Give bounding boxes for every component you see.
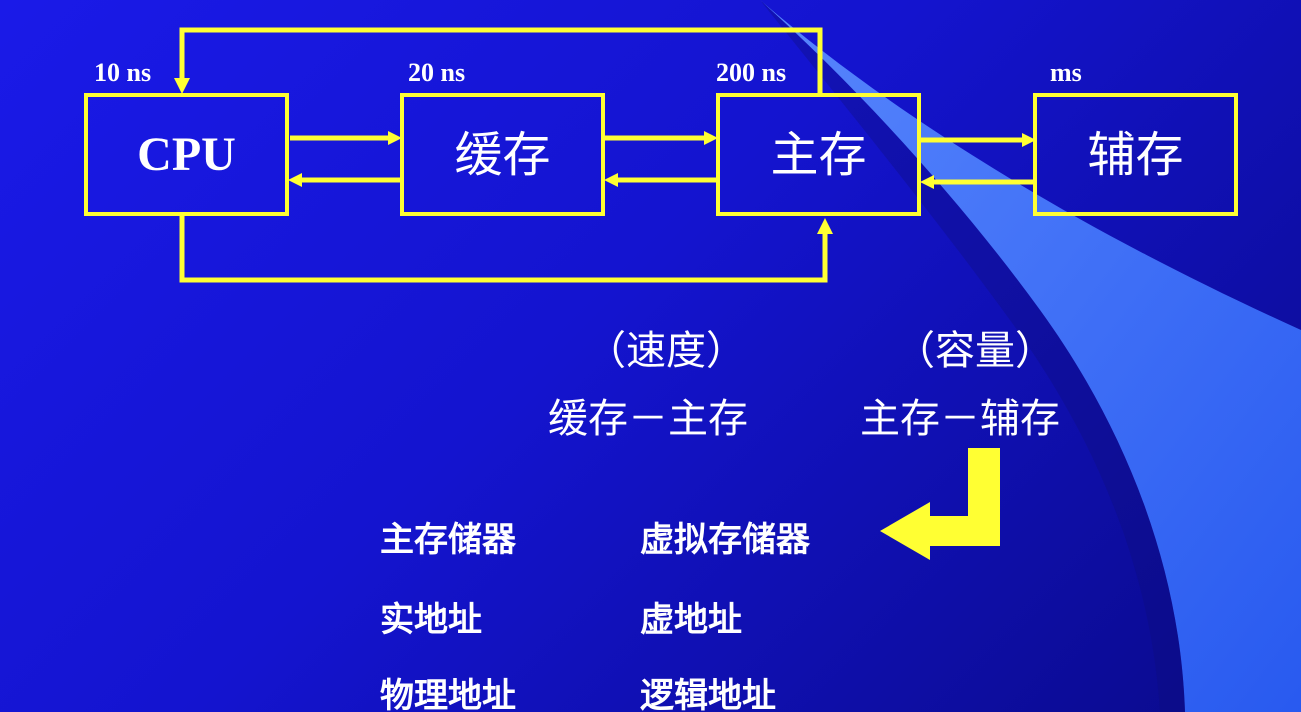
speed-label: （速度）	[586, 328, 746, 374]
latency-main: 200 ns	[716, 58, 787, 87]
node-cpu: CPU	[84, 93, 289, 216]
cache-main-pair: 缓存－主存	[548, 396, 748, 442]
latency-cpu: 10 ns	[94, 58, 152, 87]
bent-arrow-icon	[880, 448, 1000, 560]
capacity-label: （容量）	[895, 328, 1055, 374]
term-right-3: 逻辑地址	[640, 676, 776, 712]
arrowhead-main-bottom	[817, 218, 833, 234]
latency-aux: ms	[1050, 58, 1082, 87]
term-left-3: 物理地址	[380, 676, 516, 712]
term-left-1: 主存储器	[380, 520, 516, 560]
node-cpu-label: CPU	[137, 127, 236, 181]
node-cache-label: 缓存	[454, 126, 551, 183]
term-right-2: 虚地址	[640, 600, 742, 640]
term-left-2: 实地址	[380, 600, 482, 640]
arrowhead-main-in-2	[920, 175, 934, 189]
arrow-cpu-to-main-bottom	[179, 216, 828, 283]
arrowhead-cpu-in	[288, 173, 302, 187]
arrowhead-cache-in-2	[604, 173, 618, 187]
node-main-memory-label: 主存	[770, 126, 867, 183]
term-right-1: 虚拟存储器	[640, 520, 810, 560]
arrowhead-cpu-top	[174, 78, 190, 94]
node-aux-memory: 辅存	[1033, 93, 1238, 216]
node-main-memory: 主存	[716, 93, 921, 216]
slide: 10 ns 20 ns 200 ns ms CPU 缓存 主存 辅存 （速度） …	[0, 0, 1301, 712]
main-aux-pair: 主存－辅存	[860, 396, 1060, 442]
latency-cache: 20 ns	[408, 58, 466, 87]
node-cache: 缓存	[400, 93, 605, 216]
node-aux-memory-label: 辅存	[1087, 126, 1184, 183]
